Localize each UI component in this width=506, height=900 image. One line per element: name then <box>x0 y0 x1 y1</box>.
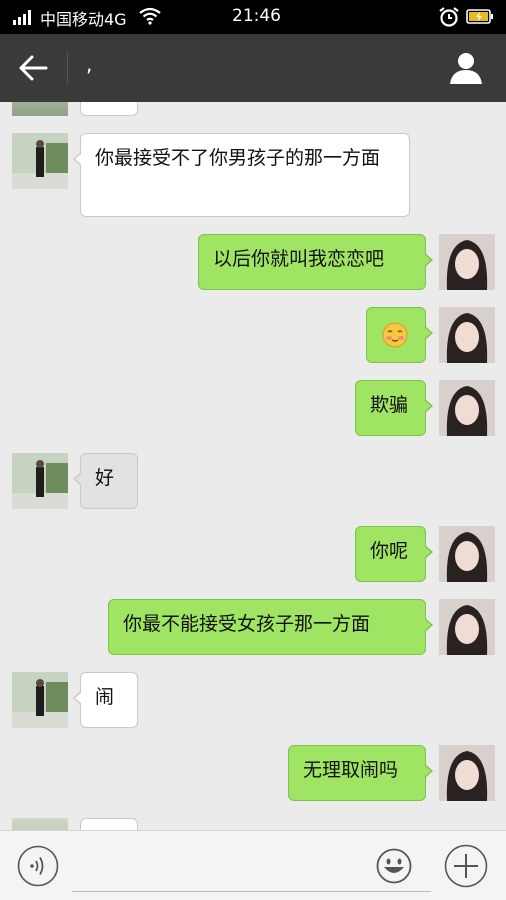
my-photo <box>439 599 495 655</box>
message-list[interactable]: 你最接受不了你男孩子的那一方面 以后你就叫我恋恋吧 欺骗 好 你呢 你最不能接受… <box>0 102 506 830</box>
my-photo <box>439 380 495 436</box>
incoming-message[interactable]: 闹 <box>73 672 138 728</box>
outgoing-message[interactable]: 欺骗 <box>355 380 433 436</box>
incoming-message[interactable]: 好 <box>73 453 138 509</box>
my-avatar[interactable] <box>439 599 495 655</box>
outgoing-message[interactable]: 无理取闹吗 <box>288 745 433 801</box>
status-bar: 中国移动4G 21:46 <box>0 0 506 34</box>
chat-header: , <box>0 34 506 102</box>
blushing-face-emoji <box>382 322 408 348</box>
my-avatar[interactable] <box>439 745 495 801</box>
emoji-icon[interactable] <box>376 848 412 884</box>
alarm-icon <box>439 7 459 27</box>
contact-photo <box>12 453 68 509</box>
plus-icon[interactable] <box>444 844 488 888</box>
my-avatar[interactable] <box>439 526 495 582</box>
contact-photo <box>12 672 68 728</box>
input-bar <box>0 830 506 900</box>
outgoing-message[interactable] <box>366 307 433 363</box>
my-avatar[interactable] <box>439 380 495 436</box>
battery-charging-icon <box>466 9 493 24</box>
contact-photo <box>12 133 68 189</box>
header-divider <box>67 52 68 84</box>
outgoing-message[interactable]: 以后你就叫我恋恋吧 <box>198 234 433 290</box>
contact-avatar[interactable] <box>12 133 68 189</box>
carrier-label: 中国移动4G <box>40 10 127 29</box>
outgoing-message[interactable]: 你呢 <box>355 526 433 582</box>
my-avatar[interactable] <box>439 234 495 290</box>
incoming-message[interactable]: 你最接受不了你男孩子的那一方面 <box>73 133 410 217</box>
contact-avatar[interactable] <box>12 672 68 728</box>
my-photo <box>439 234 495 290</box>
signal-icon <box>13 9 35 25</box>
outgoing-message[interactable]: 你最不能接受女孩子那一方面 <box>108 599 433 655</box>
incoming-message[interactable] <box>80 102 138 116</box>
chat-title: , <box>86 52 93 76</box>
voice-icon[interactable] <box>17 845 59 887</box>
profile-icon[interactable] <box>448 50 484 86</box>
incoming-message[interactable] <box>80 818 138 830</box>
contact-avatar[interactable] <box>12 102 68 116</box>
contact-avatar[interactable] <box>12 818 68 830</box>
contact-avatar[interactable] <box>12 453 68 509</box>
wifi-icon <box>139 7 161 25</box>
clock: 21:46 <box>232 6 281 26</box>
my-photo <box>439 307 495 363</box>
my-photo <box>439 745 495 801</box>
back-arrow-icon[interactable] <box>16 52 50 84</box>
my-avatar[interactable] <box>439 307 495 363</box>
my-photo <box>439 526 495 582</box>
